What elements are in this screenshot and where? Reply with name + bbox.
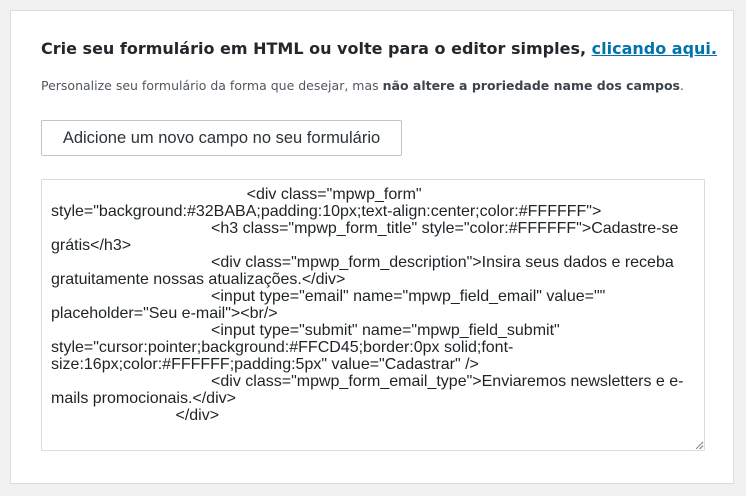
instructions-text: Personalize seu formulário da forma que … <box>41 78 684 93</box>
simple-editor-link[interactable]: clicando aqui. <box>592 39 717 58</box>
instructions-lead: Personalize seu formulário da forma que … <box>41 78 383 93</box>
form-editor-panel: Crie seu formulário em HTML ou volte par… <box>10 10 734 484</box>
instructions-warning: não altere a proriedade name dos campos <box>382 78 680 93</box>
instructions-end: . <box>680 78 684 93</box>
heading-text: Crie seu formulário em HTML ou volte par… <box>41 39 592 58</box>
page-heading: Crie seu formulário em HTML ou volte par… <box>41 39 717 58</box>
html-code-editor[interactable] <box>41 179 705 451</box>
resize-handle-icon[interactable] <box>695 441 703 449</box>
add-field-button[interactable]: Adicione um novo campo no seu formulário <box>41 120 402 156</box>
